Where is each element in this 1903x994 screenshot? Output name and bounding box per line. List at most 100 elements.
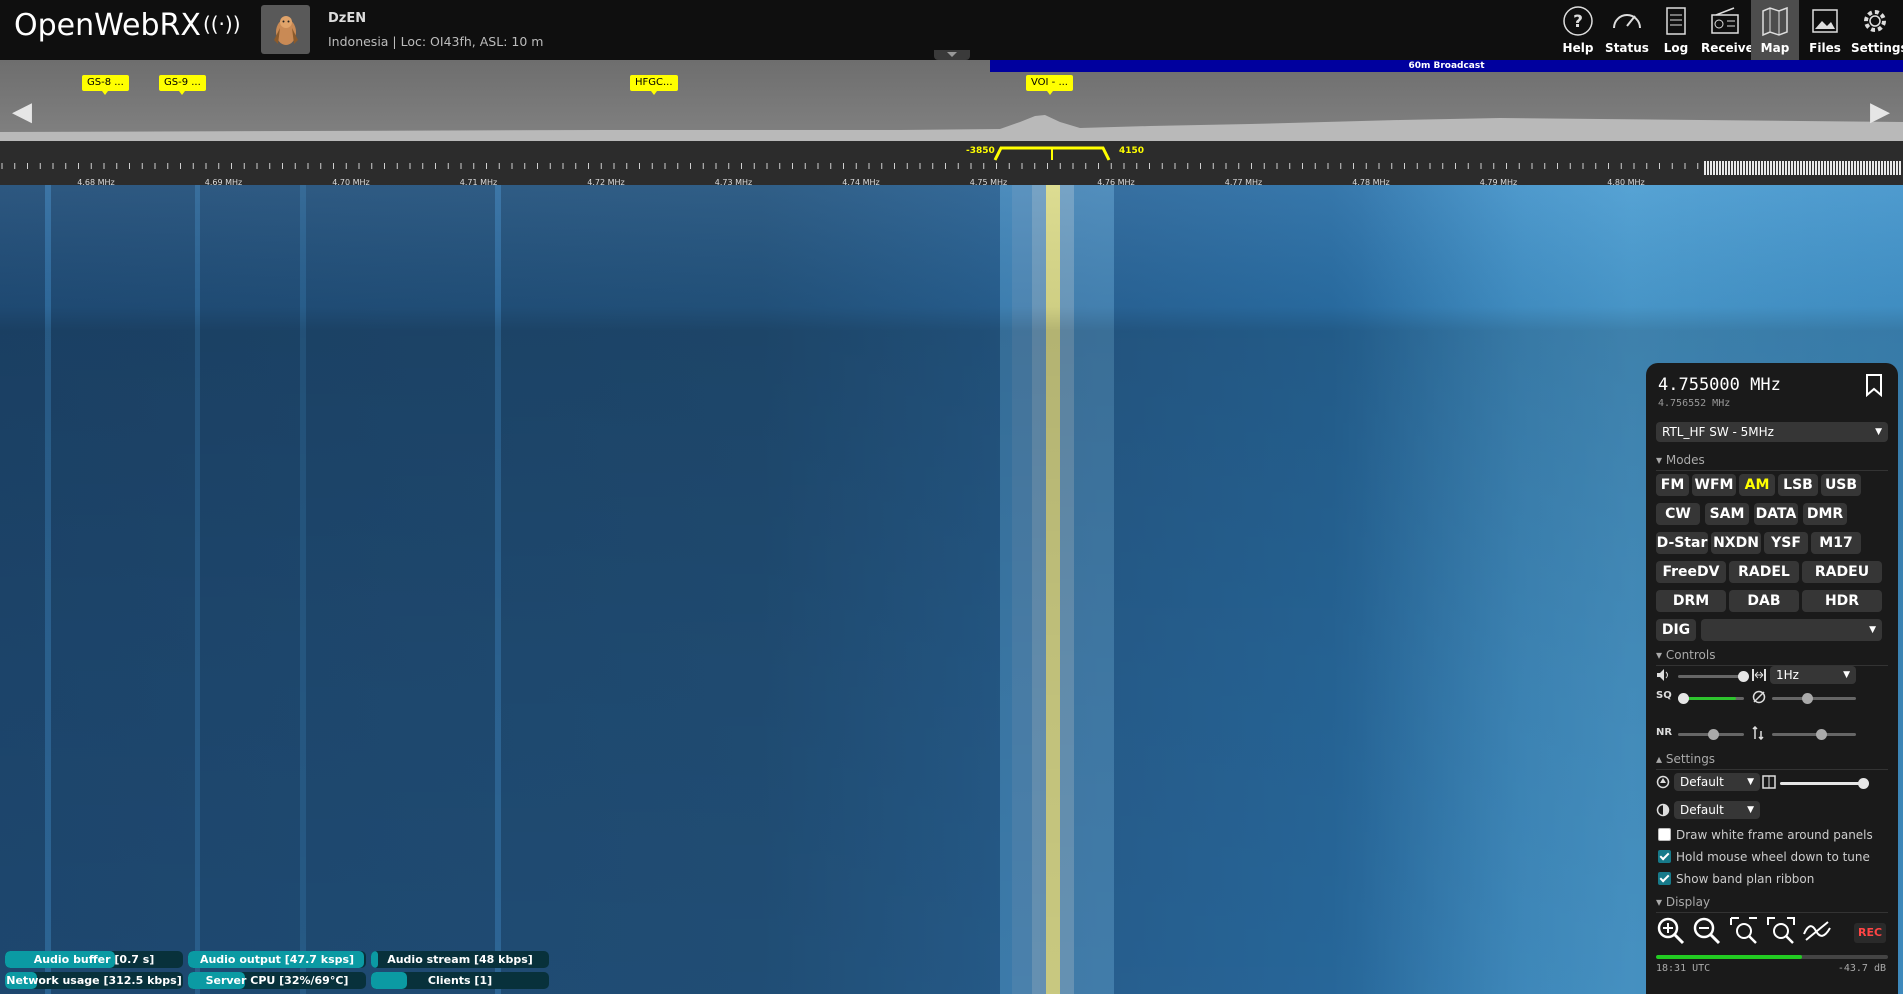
mode-radeu-button[interactable]: RADEU [1802,561,1882,583]
band-ribbon-checkbox[interactable] [1658,872,1671,885]
status-bar-fill [371,972,407,989]
mode-lsb-button[interactable]: LSB [1778,474,1818,496]
sub-frequency-display: 4.756552 MHz [1658,398,1731,409]
digital-mode-select[interactable]: ▼ [1701,619,1882,641]
modes-section-title[interactable]: ▾ Modes [1656,453,1888,471]
white-frame-option[interactable]: Draw white frame around panels [1658,828,1873,842]
audio-dynamics-icon[interactable] [1752,726,1766,740]
openwebrx-logo[interactable]: OpenWebRX ((·)) [14,8,241,43]
bookmark-gs8[interactable]: GS-8 ... [82,75,129,95]
profile-value: RTL_HF SW - 5MHz [1662,425,1774,439]
settings-section-title[interactable]: ▴ Settings [1656,752,1889,770]
files-label: Files [1809,41,1841,55]
scale-label: 4.76 MHz [1097,178,1134,185]
status-button[interactable]: Status [1603,0,1651,60]
band-ribbon-option[interactable]: Show band plan ribbon [1658,872,1814,886]
audio-buffer-bar: Audio buffer [0.7 s] [5,951,183,968]
scale-label: 4.72 MHz [587,178,624,185]
bookmark-icon[interactable] [1864,373,1884,397]
mode-drm-button[interactable]: DRM [1656,590,1726,612]
zoom-to-band-icon[interactable] [1729,916,1759,946]
mode-ysf-button[interactable]: YSF [1764,532,1808,554]
collapse-header-handle[interactable] [934,50,970,60]
zoom-reset-icon[interactable] [1766,916,1796,946]
mode-nxdn-button[interactable]: NXDN [1711,532,1761,554]
bookmark-hfgc[interactable]: HFGC... [630,75,678,95]
mode-dmr-button[interactable]: DMR [1803,503,1847,525]
receiver-button[interactable]: Receiver [1701,0,1760,60]
mode-am-button[interactable]: AM [1739,474,1775,496]
squelch-level-slider[interactable] [1772,693,1856,704]
log-button[interactable]: Log [1652,0,1700,60]
tuning-step-select[interactable]: 1Hz ▼ [1770,666,1856,684]
scale-label: 4.69 MHz [205,178,242,185]
clients-label: Clients [1] [427,974,493,987]
squelch-slider[interactable] [1678,693,1744,704]
volume-icon[interactable] [1656,668,1670,682]
utc-time: 18:31 UTC [1656,963,1711,974]
record-button[interactable]: REC [1854,923,1886,943]
map-button[interactable]: Map [1751,0,1799,60]
mode-hdr-button[interactable]: HDR [1802,590,1882,612]
squelch-slider-knob[interactable] [1678,693,1689,704]
bookmark-voi[interactable]: VOI - ... [1026,75,1073,95]
noise-reduction-icon[interactable]: NR [1656,727,1672,738]
mode-wfm-button[interactable]: WFM [1692,474,1736,496]
clients-bar: Clients [1] [371,972,549,989]
waterfall-display[interactable] [0,185,1903,994]
help-button[interactable]: ? Help [1554,0,1602,60]
mode-cw-button[interactable]: CW [1656,503,1700,525]
mode-dig-button[interactable]: DIG [1656,619,1696,641]
mode-data-button[interactable]: DATA [1754,503,1798,525]
settings-label: Settings [1851,41,1903,55]
audio-stream-label: Audio stream [48 kbps] [387,953,533,966]
squelch-icon[interactable]: SQ [1656,690,1672,701]
scale-label: 4.79 MHz [1480,178,1517,185]
mode-sam-button[interactable]: SAM [1705,503,1749,525]
noise-reduction-slider[interactable] [1678,729,1744,740]
frequency-display[interactable]: 4.755000 MHz [1658,375,1781,395]
zoom-out-icon[interactable] [1692,916,1722,946]
receiver-avatar[interactable] [261,5,310,54]
squelch-auto-icon[interactable] [1752,690,1766,704]
scroll-right-arrow-icon[interactable]: ▶ [1864,91,1896,133]
modes-title-text: Modes [1665,453,1705,467]
volume-slider[interactable] [1678,671,1749,682]
volume-slider-knob[interactable] [1738,671,1749,682]
mode-dab-button[interactable]: DAB [1729,590,1799,612]
spectrum-toggle-icon[interactable] [1802,916,1832,946]
tuning-step-value: 1Hz [1776,668,1799,682]
audio-dynamics-slider[interactable] [1772,729,1856,740]
wheel-tune-option[interactable]: Hold mouse wheel down to tune [1658,850,1870,864]
mode-usb-button[interactable]: USB [1821,474,1861,496]
mode-dstar-button[interactable]: D-Star [1656,532,1708,554]
display-section-title[interactable]: ▾ Display [1656,895,1889,913]
settings-button[interactable]: Settings [1851,0,1903,60]
controls-section-title[interactable]: ▾ Controls [1656,648,1890,666]
mode-m17-button[interactable]: M17 [1811,532,1861,554]
theme-select[interactable]: Default ▼ [1674,773,1760,791]
audio-buffer-label: Audio buffer [0.7 s] [33,953,155,966]
audio-dynamics-knob[interactable] [1816,729,1827,740]
wheel-tune-checkbox[interactable] [1658,850,1671,863]
squelch-level-knob[interactable] [1802,693,1813,704]
opacity-slider[interactable] [1780,778,1869,789]
files-button[interactable]: Files [1801,0,1849,60]
frequency-scale[interactable]: 4.68 MHz 4.69 MHz 4.70 MHz 4.71 MHz 4.72 MHz… [0,141,1903,185]
mode-radel-button[interactable]: RADEL [1729,561,1799,583]
noise-reduction-knob[interactable] [1708,729,1719,740]
chevron-down-icon: ▼ [1747,805,1754,815]
profile-select[interactable]: RTL_HF SW - 5MHz ▼ [1656,422,1888,442]
scroll-left-arrow-icon[interactable]: ◀ [6,91,38,133]
colormap-select[interactable]: Default ▼ [1674,801,1760,819]
band-plan-ribbon[interactable]: 60m Broadcast [990,60,1903,72]
mode-freedv-button[interactable]: FreeDV [1656,561,1726,583]
radio-icon [1711,7,1739,34]
bookmark-gs9[interactable]: GS-9 ... [159,75,206,95]
scale-label: 4.74 MHz [842,178,879,185]
opacity-slider-knob[interactable] [1858,778,1869,789]
zoom-in-icon[interactable] [1656,916,1686,946]
white-frame-checkbox[interactable] [1658,828,1671,841]
mode-fm-button[interactable]: FM [1656,474,1689,496]
passband-filter-handle[interactable] [993,142,1113,164]
